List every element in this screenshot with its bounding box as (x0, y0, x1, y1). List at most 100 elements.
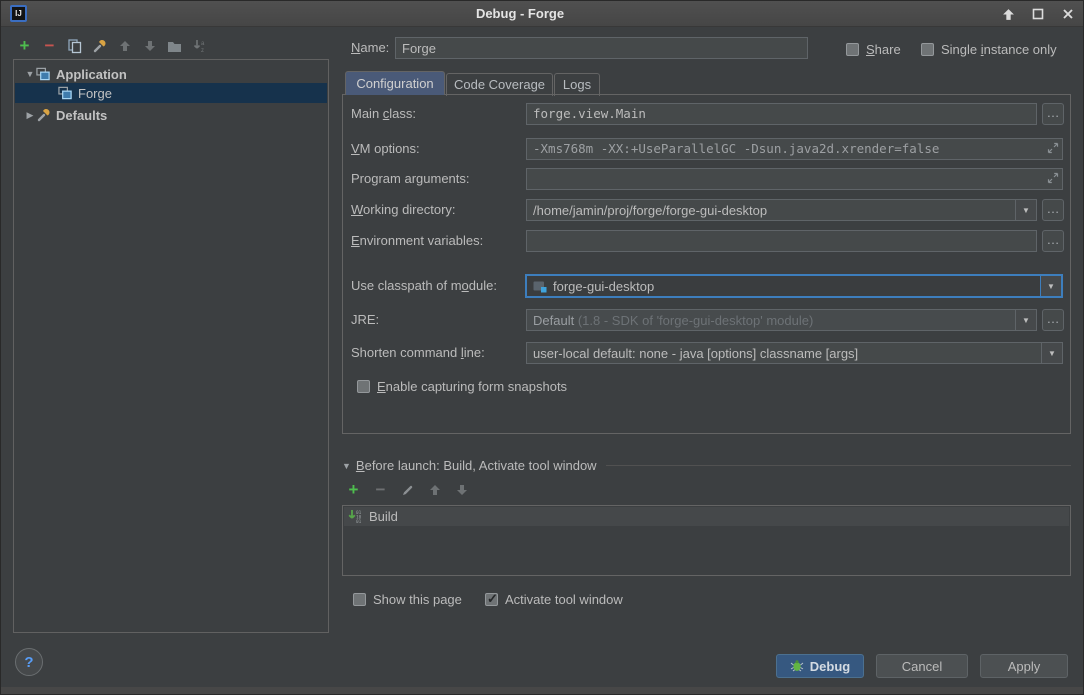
capture-snapshots-checkbox[interactable] (357, 380, 370, 393)
svg-text:a: a (201, 41, 205, 47)
debug-button[interactable]: Debug (776, 654, 864, 678)
show-this-page-checkbox-row[interactable]: Show this page (353, 591, 462, 607)
folder-icon[interactable] (167, 39, 182, 54)
before-launch-section-header[interactable]: ▼ Before launch: Build, Activate tool wi… (342, 458, 1071, 473)
main-class-browse-button[interactable]: … (1042, 103, 1064, 125)
chevron-down-icon[interactable]: ▼ (24, 69, 36, 79)
close-icon (1062, 8, 1074, 20)
environment-variables-input[interactable] (526, 230, 1037, 252)
share-checkbox-row[interactable]: Share (846, 41, 901, 57)
task-row-build[interactable]: 011001 Build (344, 507, 1069, 526)
sort-alphabetically-icon[interactable]: az (192, 39, 207, 54)
name-input[interactable] (395, 37, 808, 59)
working-directory-browse-button[interactable]: … (1042, 199, 1064, 221)
share-label: Share (866, 42, 901, 57)
cancel-button[interactable]: Cancel (876, 654, 968, 678)
main-class-label: Main class: (351, 103, 416, 125)
activate-tool-window-label: Activate tool window (505, 592, 623, 607)
move-task-up-icon[interactable] (427, 483, 442, 498)
shorten-command-line-value: user-local default: none - java [options… (527, 346, 1041, 361)
dropdown-arrow-icon[interactable]: ▼ (1015, 200, 1036, 220)
show-this-page-checkbox[interactable] (353, 593, 366, 606)
task-label: Build (369, 509, 398, 524)
add-configuration-icon[interactable]: + (17, 39, 32, 54)
program-arguments-input[interactable] (526, 168, 1063, 190)
jre-value-detail: (1.8 - SDK of 'forge-gui-desktop' module… (578, 313, 813, 328)
classpath-module-combo[interactable]: forge-gui-desktop ▼ (525, 274, 1063, 298)
activate-tool-window-checkbox[interactable] (485, 593, 498, 606)
dropdown-arrow-icon[interactable]: ▼ (1015, 310, 1036, 330)
environment-variables-label: Environment variables: (351, 230, 483, 252)
jre-label: JRE: (351, 309, 379, 331)
expand-field-icon[interactable] (1047, 172, 1078, 187)
build-task-icon: 011001 (348, 509, 363, 524)
maximize-window-button[interactable] (1027, 4, 1049, 24)
before-launch-toolbar: + − (346, 482, 469, 498)
svg-text:z: z (201, 48, 204, 53)
single-instance-checkbox[interactable] (921, 43, 934, 56)
remove-configuration-icon[interactable]: − (42, 39, 57, 54)
move-up-icon[interactable] (117, 39, 132, 54)
remove-task-icon[interactable]: − (373, 483, 388, 498)
expand-field-icon[interactable] (1047, 142, 1078, 157)
before-launch-task-list: 011001 Build (342, 505, 1071, 576)
tree-item-label: Defaults (56, 108, 107, 123)
dropdown-arrow-icon[interactable]: ▼ (1041, 343, 1062, 363)
close-window-button[interactable] (1057, 4, 1079, 24)
configurations-toolbar: + − az (17, 37, 207, 55)
tree-item-forge[interactable]: ▼ Forge (15, 83, 327, 103)
classpath-module-value: forge-gui-desktop (547, 279, 1040, 294)
vm-options-input[interactable]: -Xms768m -XX:+UseParallelGC -Dsun.java2d… (526, 138, 1063, 160)
copy-configuration-icon[interactable] (67, 39, 82, 54)
jre-combo[interactable]: Default (1.8 - SDK of 'forge-gui-desktop… (526, 309, 1037, 331)
bug-icon (790, 660, 804, 672)
apply-button[interactable]: Apply (980, 654, 1068, 678)
jre-browse-button[interactable]: … (1042, 309, 1064, 331)
single-instance-label: Single instance only (941, 42, 1057, 57)
before-launch-title: Before launch: Build, Activate tool wind… (356, 458, 597, 473)
share-checkbox[interactable] (846, 43, 859, 56)
program-arguments-label: Program arguments: (351, 168, 470, 190)
working-directory-combo[interactable]: /home/jamin/proj/forge/forge-gui-desktop… (526, 199, 1037, 221)
tab-configuration[interactable]: Configuration (345, 71, 445, 95)
jre-value: Default (533, 313, 574, 328)
window-bottom-edge (1, 687, 1084, 694)
tree-item-defaults[interactable]: ▶ Defaults (15, 105, 327, 125)
dropdown-arrow-icon[interactable]: ▼ (1040, 276, 1061, 296)
capture-snapshots-checkbox-row[interactable]: Enable capturing form snapshots (357, 378, 567, 394)
edit-task-icon[interactable] (400, 483, 415, 498)
chevron-right-icon[interactable]: ▶ (24, 110, 36, 121)
environment-variables-browse-button[interactable]: … (1042, 230, 1064, 252)
show-this-page-label: Show this page (373, 592, 462, 607)
move-down-icon[interactable] (142, 39, 157, 54)
titlebar[interactable]: IJ Debug - Forge (1, 1, 1084, 27)
apply-button-label: Apply (1008, 659, 1041, 674)
shade-window-button[interactable] (997, 4, 1019, 24)
main-class-input[interactable]: forge.view.Main (526, 103, 1037, 125)
vm-options-label: VM options: (351, 138, 420, 160)
maximize-icon (1032, 8, 1044, 20)
tab-logs[interactable]: Logs (554, 73, 600, 96)
tree-item-application[interactable]: ▼ Application (15, 64, 327, 84)
module-icon (532, 279, 547, 294)
move-task-down-icon[interactable] (454, 483, 469, 498)
run-debug-configurations-dialog: IJ Debug - Forge + − (0, 0, 1084, 695)
activate-tool-window-checkbox-row[interactable]: Activate tool window (485, 591, 623, 607)
separator-line (606, 465, 1071, 466)
working-directory-value: /home/jamin/proj/forge/forge-gui-desktop (527, 203, 1015, 218)
cancel-button-label: Cancel (902, 659, 942, 674)
window-title: Debug - Forge (1, 1, 1039, 27)
shorten-command-line-combo[interactable]: user-local default: none - java [options… (526, 342, 1063, 364)
edit-defaults-icon[interactable] (92, 39, 107, 54)
name-label: Name: (351, 37, 389, 59)
capture-snapshots-label: Enable capturing form snapshots (377, 379, 567, 394)
add-task-icon[interactable]: + (346, 483, 361, 498)
collapse-arrow-icon[interactable]: ▼ (342, 461, 351, 471)
single-instance-checkbox-row[interactable]: Single instance only (921, 41, 1057, 57)
tab-code-coverage[interactable]: Code Coverage (446, 73, 553, 96)
tree-item-label: Application (56, 67, 127, 82)
classpath-module-label: Use classpath of module: (351, 275, 497, 297)
svg-text:01: 01 (356, 519, 362, 524)
debug-button-label: Debug (810, 659, 850, 674)
help-button[interactable]: ? (15, 648, 43, 676)
